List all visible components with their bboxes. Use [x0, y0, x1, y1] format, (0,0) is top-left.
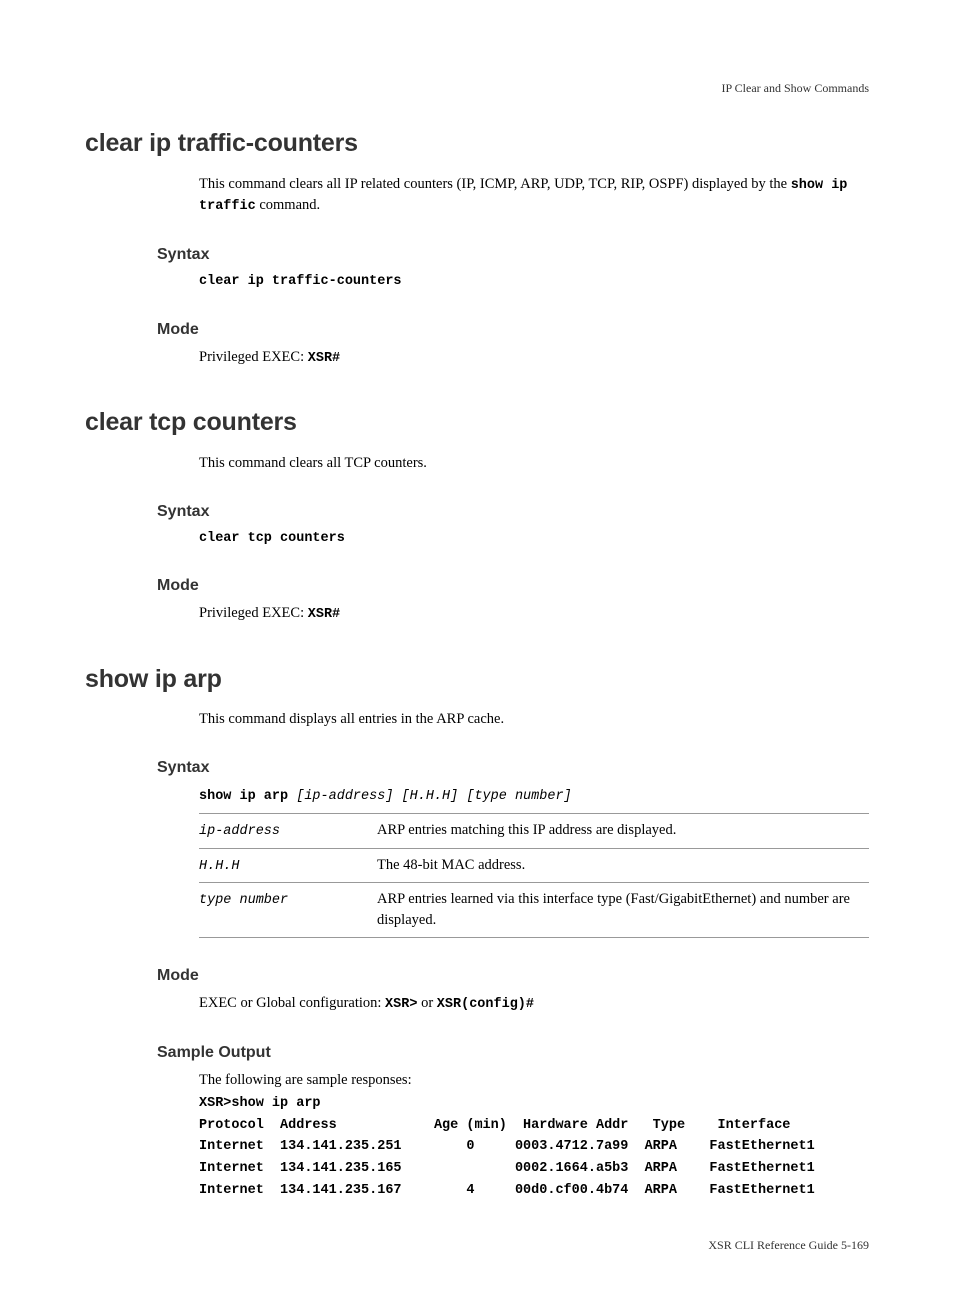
mode-pre: Privileged EXEC: [199, 349, 308, 365]
mode-heading: Mode [157, 964, 869, 987]
syntax-line: show ip arp [ip-address] [H.H.H] [type n… [199, 785, 869, 807]
page-header: IP Clear and Show Commands [85, 80, 869, 97]
desc-text: command. [256, 197, 320, 213]
cmd-title-show-ip-arp: show ip arp [85, 661, 869, 697]
sample-intro: The following are sample responses: [199, 1070, 869, 1091]
cmd-title-clear-tcp: clear tcp counters [85, 404, 869, 440]
mode-code: XSR> [385, 997, 417, 1012]
mode-code: XSR# [308, 351, 340, 366]
syntax-cmd: show ip arp [199, 789, 296, 804]
table-row: H.H.H The 48-bit MAC address. [199, 848, 869, 883]
syntax-code: clear tcp counters [199, 529, 869, 549]
param-name: ip-address [199, 824, 280, 839]
mode-heading: Mode [157, 574, 869, 597]
param-name: H.H.H [199, 859, 240, 874]
syntax-heading: Syntax [157, 500, 869, 523]
mode-text: Privileged EXEC: XSR# [199, 603, 869, 625]
param-desc: ARP entries matching this IP address are… [377, 814, 869, 849]
mode-pre: EXEC or Global configuration: [199, 995, 385, 1011]
table-row: ip-address ARP entries matching this IP … [199, 814, 869, 849]
mode-code: XSR(config)# [437, 997, 534, 1012]
cmd-desc: This command displays all entries in the… [199, 709, 869, 730]
param-desc: ARP entries learned via this interface t… [377, 883, 869, 938]
cmd-desc: This command clears all IP related count… [199, 174, 869, 217]
table-row: type number ARP entries learned via this… [199, 883, 869, 938]
mode-heading: Mode [157, 318, 869, 341]
cmd-title-clear-ip-traffic: clear ip traffic-counters [85, 125, 869, 161]
syntax-args: [ip-address] [H.H.H] [type number] [296, 789, 571, 804]
page-footer: XSR CLI Reference Guide 5-169 [85, 1237, 869, 1254]
syntax-code: clear ip traffic-counters [199, 272, 869, 292]
mode-code: XSR# [308, 607, 340, 622]
sample-output-heading: Sample Output [157, 1041, 869, 1064]
mode-mid: or [417, 995, 436, 1011]
syntax-heading: Syntax [157, 756, 869, 779]
cmd-desc: This command clears all TCP counters. [199, 453, 869, 474]
param-desc: The 48-bit MAC address. [377, 848, 869, 883]
sample-output-block: XSR>show ip arp Protocol Address Age (mi… [199, 1093, 869, 1201]
mode-text: Privileged EXEC: XSR# [199, 347, 869, 369]
mode-pre: Privileged EXEC: [199, 605, 308, 621]
desc-text: This command clears all IP related count… [199, 176, 791, 192]
param-name: type number [199, 893, 288, 908]
mode-text: EXEC or Global configuration: XSR> or XS… [199, 993, 869, 1015]
syntax-heading: Syntax [157, 243, 869, 266]
param-table: ip-address ARP entries matching this IP … [199, 813, 869, 938]
